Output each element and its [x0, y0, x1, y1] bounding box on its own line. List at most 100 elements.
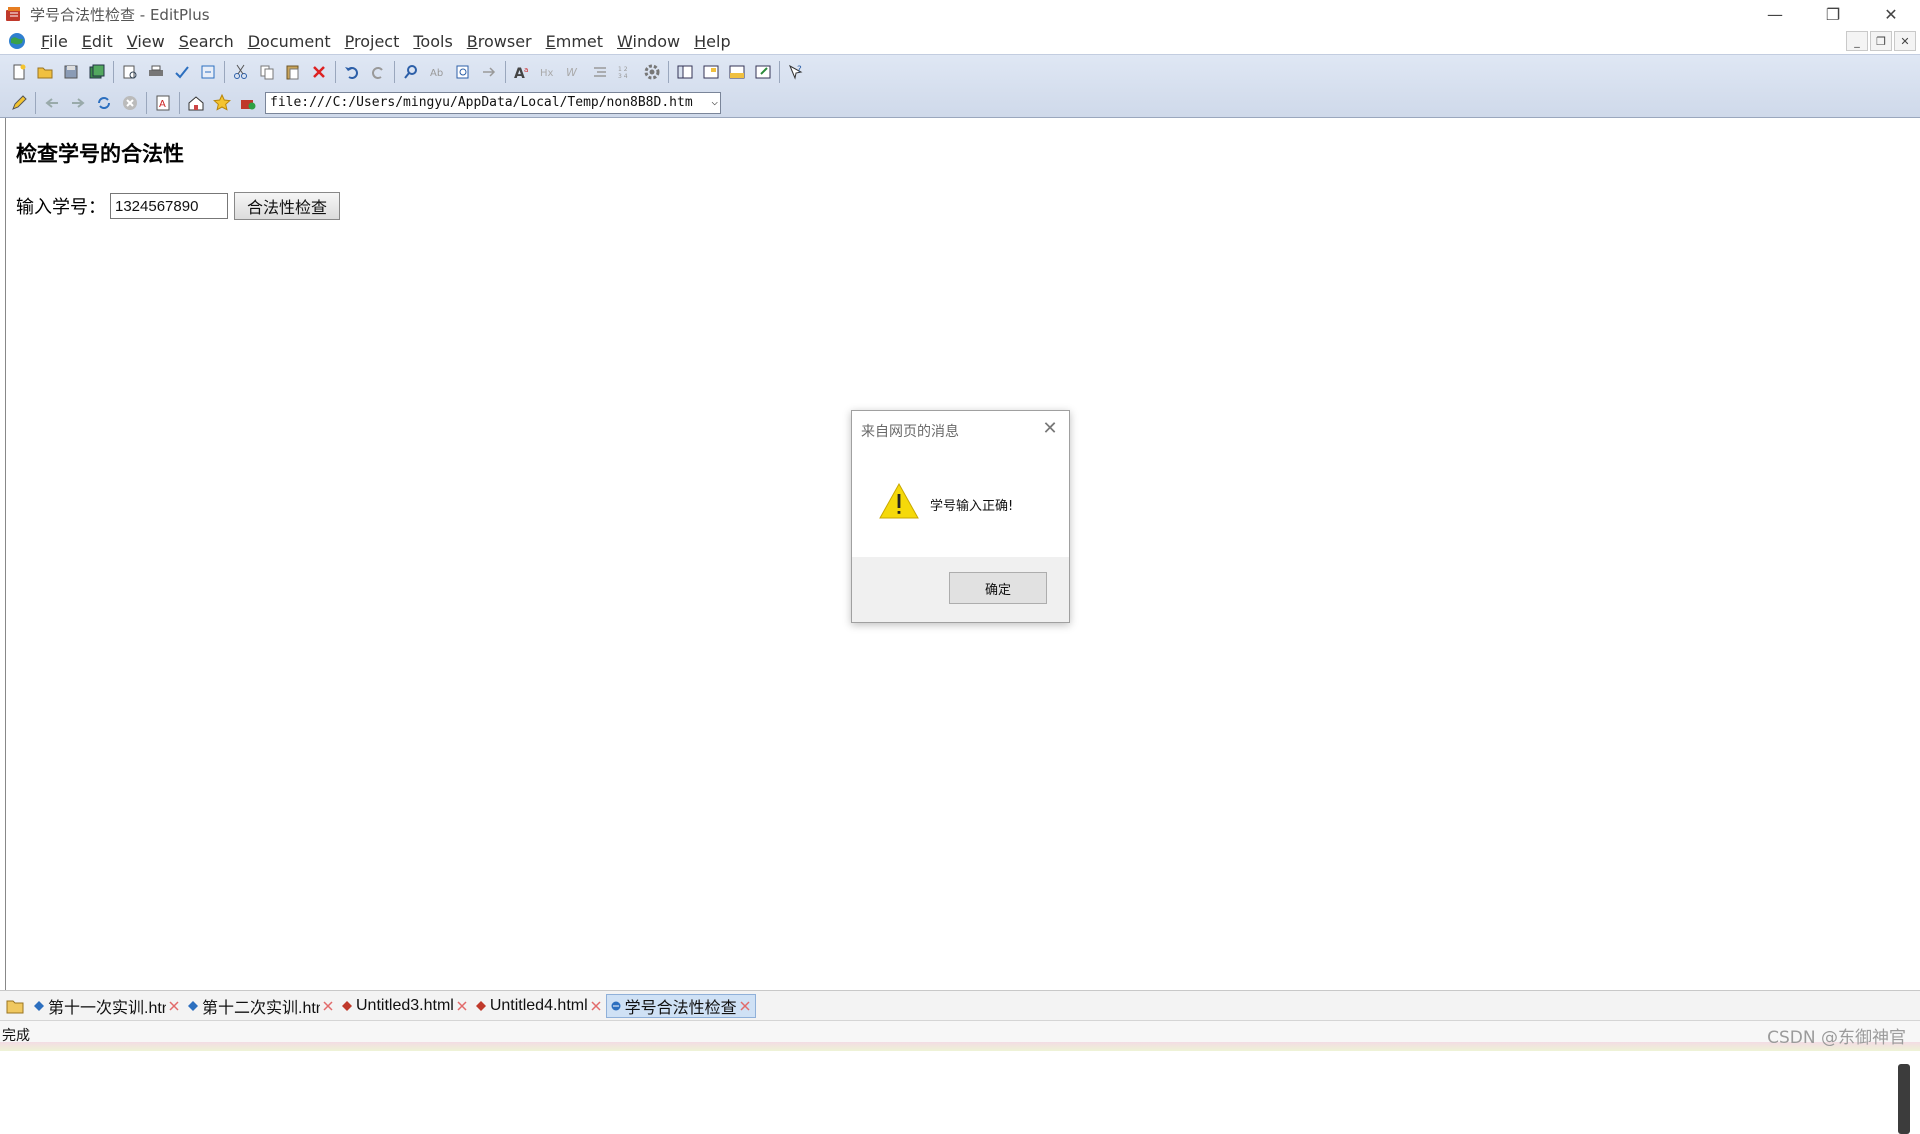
menu-browser-rest: rowser — [477, 31, 532, 51]
menu-view[interactable]: View — [120, 32, 172, 51]
html-file-icon — [34, 1000, 44, 1011]
replace-icon: Ab — [430, 68, 443, 79]
menu-edit-accel: E — [81, 31, 92, 51]
menu-project[interactable]: Project — [338, 32, 407, 51]
tab-document-1[interactable]: 第十一次实训.html — [30, 994, 184, 1018]
print-preview-button[interactable] — [117, 60, 143, 84]
close-tab-icon[interactable] — [456, 1000, 468, 1012]
favorites-button[interactable] — [209, 91, 235, 115]
mdi-minimize-button[interactable]: _ — [1846, 31, 1868, 51]
close-tab-icon[interactable] — [168, 1000, 180, 1012]
dialog-ok-button[interactable]: 确定 — [949, 572, 1047, 604]
undo-button[interactable] — [339, 60, 365, 84]
student-id-input[interactable] — [110, 193, 228, 219]
save-button[interactable] — [58, 60, 84, 84]
tab-document-5-active[interactable]: 学号合法性检查 — [605, 993, 756, 1018]
menu-tools-rest: ools — [420, 31, 453, 51]
bookmark-add-button[interactable] — [235, 91, 261, 115]
spellcheck-button[interactable] — [169, 60, 195, 84]
indent-button[interactable] — [587, 60, 613, 84]
stop-button[interactable] — [117, 91, 143, 115]
close-tab-icon[interactable] — [739, 1000, 751, 1012]
copy-icon — [260, 65, 274, 80]
cut-button[interactable] — [228, 60, 254, 84]
tab-document-4[interactable]: Untitled4.html — [472, 994, 606, 1018]
menu-browser[interactable]: Browser — [460, 32, 539, 51]
view-in-browser-button[interactable] — [195, 60, 221, 84]
url-dropdown-icon[interactable]: ⌵ — [711, 95, 718, 108]
line-number-button[interactable]: 1 23 4 — [613, 60, 639, 84]
close-tab-icon[interactable] — [590, 1000, 602, 1012]
menu-document[interactable]: Document — [241, 32, 338, 51]
menu-emmet[interactable]: Emmet — [539, 32, 610, 51]
output-window-button[interactable] — [724, 60, 750, 84]
font-button[interactable]: Aa — [509, 60, 535, 84]
find-in-files-button[interactable] — [450, 60, 476, 84]
toggle-cliptext-button[interactable] — [672, 60, 698, 84]
validate-button[interactable]: 合法性检查 — [234, 192, 341, 220]
edit-mode-button[interactable] — [6, 91, 32, 115]
close-tab-icon[interactable] — [322, 1000, 334, 1012]
paste-button[interactable] — [280, 60, 306, 84]
minimize-button[interactable]: — — [1746, 0, 1804, 28]
editplus-app-icon — [6, 7, 20, 21]
mdi-close-button[interactable]: ✕ — [1894, 31, 1916, 51]
menu-view-rest: iew — [137, 31, 165, 51]
back-button[interactable] — [39, 91, 65, 115]
tab-document-3[interactable]: Untitled3.html — [338, 994, 472, 1018]
search-icon — [404, 65, 417, 79]
context-help-button[interactable]: ? — [783, 60, 809, 84]
toolbar-separator — [668, 61, 669, 83]
dialog-close-button[interactable]: ✕ — [1039, 417, 1061, 439]
scissors-icon — [234, 64, 247, 79]
toolbar-separator — [146, 92, 147, 114]
forward-button[interactable] — [65, 91, 91, 115]
home-button[interactable] — [183, 91, 209, 115]
find-button[interactable] — [398, 60, 424, 84]
svg-text:Ab: Ab — [430, 68, 443, 79]
menu-window[interactable]: Window — [610, 32, 687, 51]
svg-text:W: W — [566, 66, 578, 79]
stop-icon — [123, 96, 137, 110]
heading-button[interactable]: Hx — [535, 60, 561, 84]
menu-tools[interactable]: Tools — [406, 32, 459, 51]
menu-edit[interactable]: Edit — [75, 32, 120, 51]
globe-icon — [9, 33, 25, 49]
tab-document-2[interactable]: 第十二次实训.html — [184, 994, 338, 1018]
menu-help[interactable]: Help — [687, 32, 737, 51]
print-button[interactable] — [143, 60, 169, 84]
close-window-button[interactable]: ✕ — [1862, 0, 1920, 28]
tab-label: Untitled3.html — [356, 996, 454, 1014]
page-source-button[interactable]: A — [150, 91, 176, 115]
status-text: 完成 — [2, 1028, 30, 1044]
preferences-button[interactable] — [639, 60, 665, 84]
copy-button[interactable] — [254, 60, 280, 84]
toolbar-separator — [224, 61, 225, 83]
new-file-button[interactable] — [6, 60, 32, 84]
tab-label: Untitled4.html — [489, 996, 588, 1014]
replace-button[interactable]: Ab — [424, 60, 450, 84]
open-file-button[interactable] — [32, 60, 58, 84]
goto-line-button[interactable] — [476, 60, 502, 84]
menu-file[interactable]: File — [34, 32, 75, 51]
redo-button[interactable] — [365, 60, 391, 84]
title-bar: 学号合法性检查 - EditPlus — ❐ ✕ — [0, 0, 1920, 28]
menu-window-rest: indow — [632, 31, 681, 51]
url-address-box[interactable]: file:///C:/Users/mingyu/AppData/Local/Te… — [265, 92, 721, 114]
menu-search[interactable]: Search — [172, 32, 241, 51]
watermark-text: CSDN @东御神官 — [1767, 1028, 1906, 1048]
mdi-restore-button[interactable]: ❐ — [1870, 31, 1892, 51]
indent-icon — [594, 67, 606, 77]
save-all-button[interactable] — [84, 60, 110, 84]
word-wrap-button[interactable]: W — [561, 60, 587, 84]
fullscreen-button[interactable] — [750, 60, 776, 84]
restore-button[interactable]: ❐ — [1804, 0, 1862, 28]
html-file-icon — [188, 1000, 198, 1011]
refresh-button[interactable] — [91, 91, 117, 115]
warning-icon — [879, 483, 919, 519]
scrollbar-thumb[interactable] — [1898, 1064, 1910, 1134]
forward-arrow-icon — [72, 98, 85, 108]
pencil-icon — [12, 95, 27, 110]
toggle-directory-button[interactable] — [698, 60, 724, 84]
delete-button[interactable] — [306, 60, 332, 84]
